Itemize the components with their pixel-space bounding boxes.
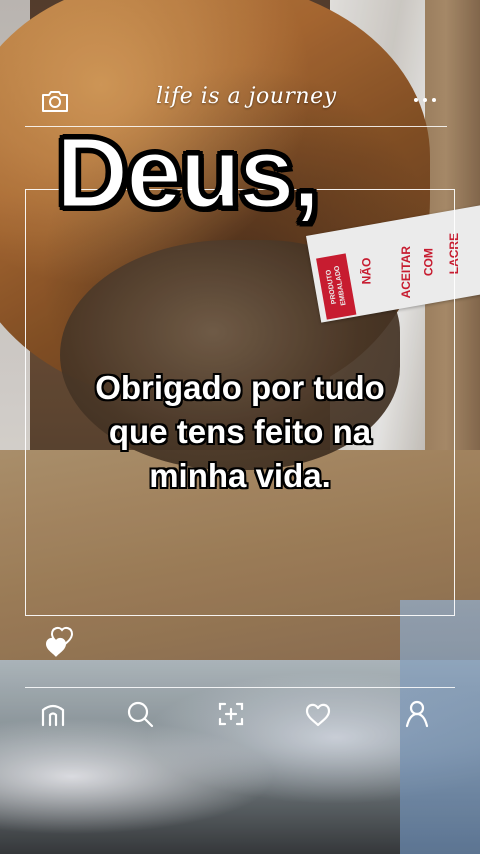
tagline: life is a journey (156, 84, 337, 109)
message-line: que tens feito na (108, 413, 372, 450)
headline: Deus, (54, 116, 321, 231)
profile-icon[interactable] (399, 696, 435, 732)
camera-icon[interactable] (40, 88, 70, 114)
nav-divider (25, 687, 455, 688)
message-line: minha vida. (149, 457, 331, 494)
more-dots-icon[interactable] (414, 98, 442, 106)
message-text: Obrigado por tudo que tens feito na minh… (40, 366, 440, 498)
hearts-icon[interactable] (42, 626, 76, 664)
home-icon[interactable] (35, 696, 71, 732)
message-line: Obrigado por tudo (95, 369, 385, 406)
heart-icon[interactable] (300, 696, 336, 732)
bottom-nav (25, 696, 455, 736)
add-post-icon[interactable] (213, 696, 249, 732)
search-icon[interactable] (122, 696, 158, 732)
